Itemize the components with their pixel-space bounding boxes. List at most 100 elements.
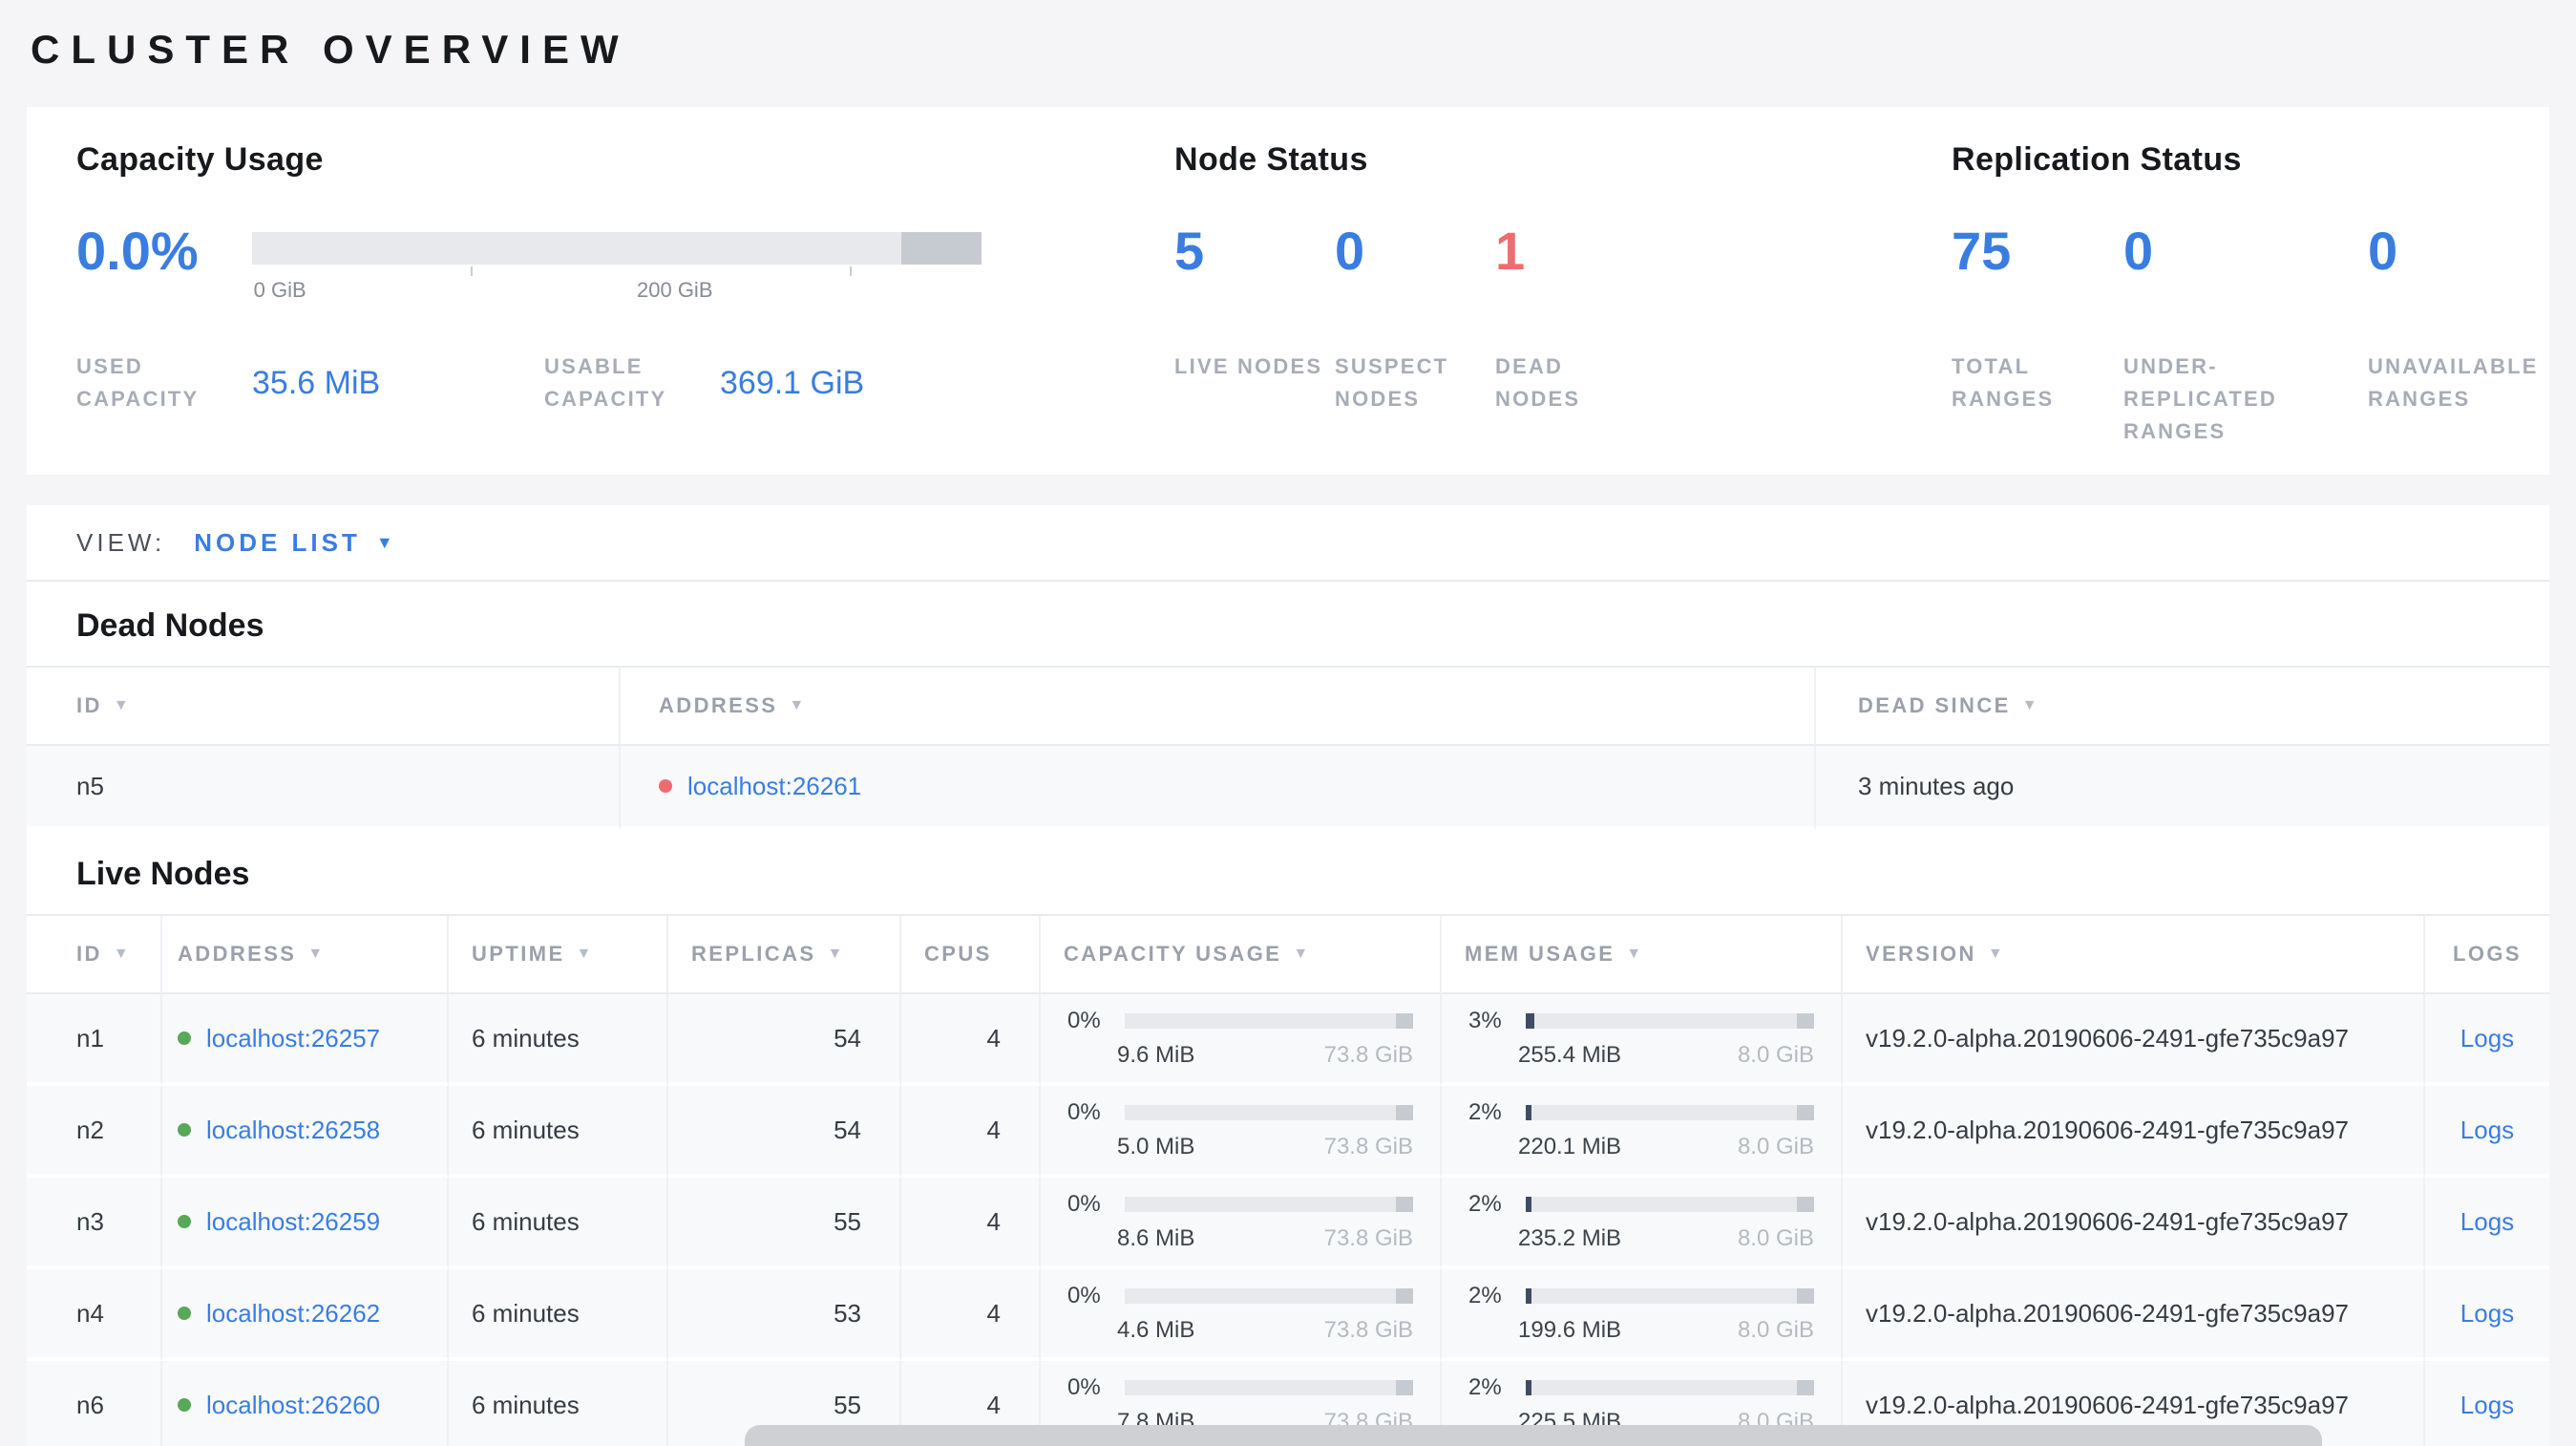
- view-dropdown[interactable]: NODE LIST ▼: [194, 528, 393, 558]
- node-address-link[interactable]: localhost:26257: [206, 1024, 380, 1053]
- node-address-link[interactable]: localhost:26260: [206, 1391, 380, 1420]
- capacity-used-value: 8.6 MiB: [1117, 1225, 1195, 1251]
- logs-link[interactable]: Logs: [2460, 1116, 2514, 1145]
- memory-total-value: 8.0 GiB: [1737, 1225, 1814, 1251]
- logs-cell: Logs: [2425, 1361, 2549, 1446]
- node-address-link[interactable]: localhost:26261: [687, 772, 861, 801]
- node-status-title: Node Status: [1174, 141, 1368, 178]
- capacity-used-value: 9.6 MiB: [1117, 1042, 1195, 1068]
- memory-usage-cell: 2% 199.6 MiB 8.0 GiB: [1442, 1269, 1843, 1361]
- capacity-usage-bar: [1125, 1105, 1413, 1120]
- capacity-usage-cell: 0% 5.0 MiB 73.8 GiB: [1041, 1086, 1442, 1178]
- uptime-cell: 6 minutes: [449, 1086, 668, 1178]
- logs-link[interactable]: Logs: [2460, 1207, 2514, 1237]
- node-address-cell: localhost:26260: [162, 1361, 449, 1446]
- node-list-card: VIEW: NODE LIST ▼ Dead Nodes ID ▼ ADDRESS ▼…: [27, 505, 2549, 1446]
- node-id-cell: n1: [27, 994, 162, 1086]
- node-id-cell: n5: [27, 746, 621, 830]
- node-address-link[interactable]: localhost:26258: [206, 1116, 380, 1145]
- column-header-dead-since[interactable]: DEAD SINCE ▼: [1816, 666, 2549, 746]
- logs-cell: Logs: [2425, 1269, 2549, 1361]
- capacity-used-value: 4.6 MiB: [1117, 1317, 1195, 1343]
- capacity-usage-percent: 0%: [1067, 1191, 1101, 1217]
- column-header-version[interactable]: VERSION ▼: [1843, 914, 2425, 994]
- node-address-link[interactable]: localhost:26259: [206, 1207, 380, 1237]
- node-status-dot: [178, 1031, 191, 1045]
- node-status-dot: [659, 779, 672, 793]
- capacity-total-value: 73.8 GiB: [1323, 1134, 1413, 1159]
- live-nodes-label: LIVE NODES: [1174, 354, 1323, 378]
- capacity-usage-cell: 0% 9.6 MiB 73.8 GiB: [1041, 994, 1442, 1086]
- capacity-usage-row: 0.0% 0 GiB 200 GiB: [76, 221, 1174, 335]
- axis-tick: [850, 266, 853, 276]
- capacity-used-value: 5.0 MiB: [1117, 1134, 1195, 1159]
- sort-descending-icon: ▼: [113, 946, 132, 962]
- node-status-dot: [178, 1123, 191, 1137]
- usable-capacity-stat: USABLE CAPACITY 369.1 GiB: [544, 351, 1012, 415]
- memory-usage-percent: 2%: [1468, 1283, 1502, 1308]
- cluster-summary-card: Capacity Usage 0.0% 0 GiB 200 GiB USED C…: [27, 107, 2549, 475]
- node-status-section: Node Status 5 0 1 LIVE NODES SUSPECT NOD…: [1174, 141, 1952, 448]
- memory-usage-bar: [1526, 1013, 1814, 1029]
- sort-descending-icon: ▼: [1626, 946, 1644, 962]
- column-header-address[interactable]: ADDRESS ▼: [621, 666, 1816, 746]
- memory-used-value: 235.2 MiB: [1518, 1225, 1622, 1251]
- live-nodes-heading: Live Nodes: [76, 856, 250, 892]
- replicas-cell: 54: [668, 994, 901, 1086]
- memory-usage-fill: [1526, 1380, 1532, 1395]
- capacity-total-value: 73.8 GiB: [1323, 1225, 1413, 1251]
- node-address-cell: localhost:26259: [162, 1178, 449, 1269]
- column-header-id[interactable]: ID ▼: [27, 914, 162, 994]
- memory-usage-cell: 2% 235.2 MiB 8.0 GiB: [1442, 1178, 1843, 1269]
- capacity-total-value: 73.8 GiB: [1323, 1317, 1413, 1343]
- version-cell: v19.2.0-alpha.20190606-2491-gfe735c9a97: [1843, 1178, 2425, 1269]
- version-cell: v19.2.0-alpha.20190606-2491-gfe735c9a97: [1843, 994, 2425, 1086]
- column-header-capacity-usage[interactable]: CAPACITY USAGE ▼: [1041, 914, 1442, 994]
- node-address-cell: localhost:26261: [621, 746, 1816, 830]
- logs-link[interactable]: Logs: [2460, 1391, 2514, 1420]
- memory-usage-bar: [1526, 1288, 1814, 1304]
- used-capacity-stat: USED CAPACITY 35.6 MiB: [76, 351, 544, 415]
- memory-usage-fill: [1526, 1288, 1532, 1304]
- uptime-cell: 6 minutes: [449, 1269, 668, 1361]
- memory-total-value: 8.0 GiB: [1737, 1042, 1814, 1068]
- capacity-usage-section: Capacity Usage 0.0% 0 GiB 200 GiB USED C…: [76, 141, 1174, 448]
- sort-descending-icon: ▼: [1293, 946, 1311, 962]
- replication-labels: TOTAL RANGES UNDER-REPLICATED RANGES UNA…: [1952, 351, 2576, 448]
- sort-descending-icon: ▼: [789, 697, 807, 713]
- usable-capacity-label: USABLE CAPACITY: [544, 354, 667, 411]
- column-header-address[interactable]: ADDRESS ▼: [162, 914, 449, 994]
- capacity-usage-bar: 0 GiB 200 GiB: [251, 221, 982, 307]
- column-header-logs: LOGS: [2425, 914, 2549, 994]
- memory-usage-percent: 2%: [1468, 1099, 1502, 1125]
- capacity-usage-percent: 0%: [1067, 1374, 1101, 1400]
- view-label: VIEW:: [76, 527, 166, 557]
- memory-usage-cell: 3% 255.4 MiB 8.0 GiB: [1442, 994, 1843, 1086]
- column-header-id[interactable]: ID ▼: [27, 666, 621, 746]
- replicas-cell: 54: [668, 1086, 901, 1178]
- sort-descending-icon: ▼: [576, 946, 594, 962]
- under-replicated-ranges-label: UNDER-REPLICATED RANGES: [2123, 354, 2277, 443]
- capacity-used-percent: 0.0%: [76, 221, 199, 281]
- used-capacity-value: 35.6 MiB: [252, 364, 381, 401]
- column-header-uptime[interactable]: UPTIME ▼: [449, 914, 668, 994]
- logs-link[interactable]: Logs: [2460, 1299, 2514, 1329]
- capacity-stats-row: USED CAPACITY 35.6 MiB USABLE CAPACITY 3…: [76, 351, 1174, 415]
- memory-usage-fill: [1526, 1105, 1532, 1120]
- live-nodes-table: ID ▼ ADDRESS ▼ UPTIME ▼ REPLICAS ▼ CPUS CAPACITY …: [27, 914, 2549, 1446]
- live-nodes-count: 5: [1174, 221, 1205, 281]
- capacity-usage-percent: 0%: [1067, 1008, 1101, 1033]
- logs-cell: Logs: [2425, 1178, 2549, 1269]
- replication-status-title: Replication Status: [1952, 141, 2242, 178]
- uptime-cell: 6 minutes: [449, 1361, 668, 1446]
- node-address-link[interactable]: localhost:26262: [206, 1299, 380, 1329]
- memory-used-value: 255.4 MiB: [1518, 1042, 1622, 1068]
- logs-link[interactable]: Logs: [2460, 1024, 2514, 1053]
- column-header-mem-usage[interactable]: MEM USAGE ▼: [1442, 914, 1843, 994]
- cluster-overview-page: CLUSTER OVERVIEW Capacity Usage 0.0% 0 G…: [0, 0, 2576, 1446]
- dead-nodes-count: 1: [1495, 221, 1526, 281]
- unavailable-ranges-label: UNAVAILABLE RANGES: [2368, 354, 2539, 411]
- capacity-total-value: 73.8 GiB: [1323, 1042, 1413, 1068]
- dead-since-cell: 3 minutes ago: [1816, 746, 2549, 830]
- column-header-replicas[interactable]: REPLICAS ▼: [668, 914, 901, 994]
